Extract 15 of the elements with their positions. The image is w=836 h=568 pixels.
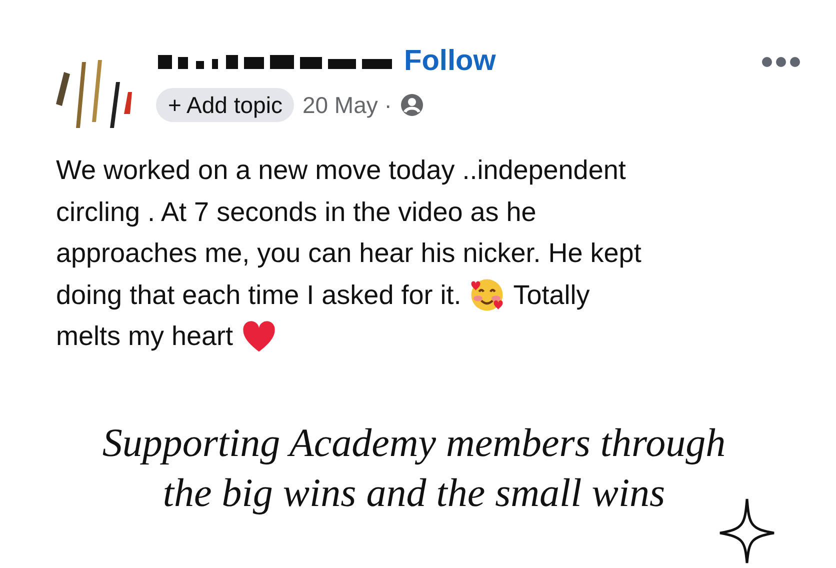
caption-text: Supporting Academy members through (102, 418, 726, 467)
post-text: approaches me, you can hear his nicker. He kept (56, 237, 642, 270)
smiling-face-with-hearts-icon (469, 277, 506, 314)
sparkle-icon (718, 497, 776, 565)
caption-text: the big wins and the small wins (162, 468, 666, 516)
friends-icon (400, 93, 424, 118)
post-text: doing that each time I asked for it. (56, 278, 462, 312)
post-date: 20 May · (302, 91, 392, 120)
post-text: Totally (513, 278, 590, 312)
follow-link[interactable]: Follow (404, 40, 496, 84)
post-text: circling . At 7 seconds in the video as he (56, 196, 536, 229)
post-text: melts my heart (56, 320, 234, 353)
more-options-icon[interactable] (761, 55, 801, 69)
post-text: We worked on a new move today ..independent (56, 154, 626, 187)
add-topic-button[interactable]: + Add topic (156, 88, 294, 122)
